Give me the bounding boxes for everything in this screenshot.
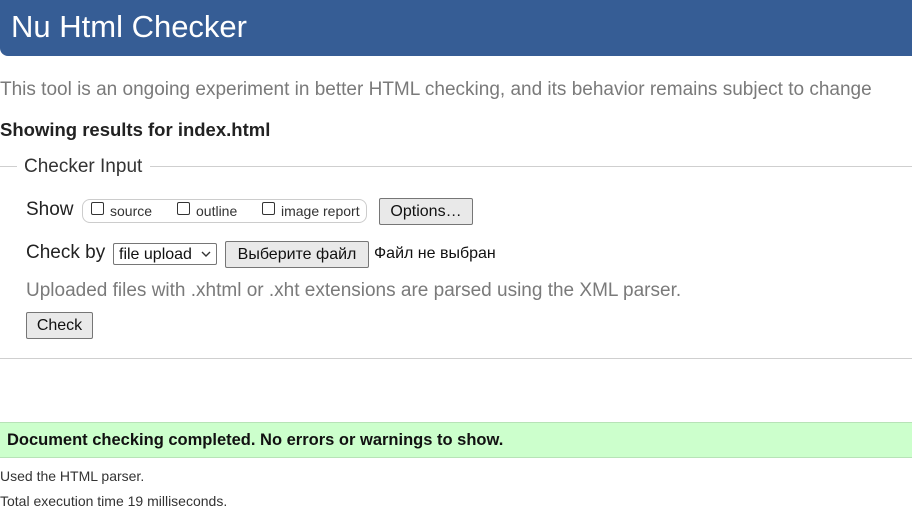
checker-input-legend: Checker Input — [24, 156, 143, 177]
results-heading: Showing results for index.html — [0, 119, 271, 140]
fieldset-border-bottom — [0, 358, 912, 359]
check-by-select[interactable]: file upload — [113, 243, 217, 265]
page-title: Nu Html Checker — [11, 9, 247, 44]
fieldset-border-top-right — [150, 166, 912, 167]
source-checkbox[interactable] — [91, 202, 104, 215]
header-bar: Nu Html Checker — [0, 0, 912, 56]
outline-checkbox[interactable] — [177, 202, 190, 215]
file-status-text: Файл не выбран — [374, 245, 496, 262]
image-report-checkbox[interactable] — [262, 202, 275, 215]
success-message-bar: Document checking completed. No errors o… — [0, 422, 912, 458]
fieldset-border-top-left — [0, 166, 17, 167]
check-by-selected-value: file upload — [119, 246, 192, 263]
check-by-label: Check by — [26, 242, 106, 263]
parser-note: Used the HTML parser. — [0, 468, 145, 484]
execution-time: Total execution time 19 milliseconds. — [0, 493, 228, 509]
xml-parser-hint: Uploaded files with .xhtml or .xht exten… — [26, 280, 682, 301]
chevron-down-icon — [201, 251, 211, 257]
source-checkbox-label: source — [110, 203, 153, 219]
check-button[interactable]: Check — [26, 312, 93, 339]
success-message: Document checking completed. No errors o… — [7, 431, 504, 449]
show-label: Show — [26, 199, 74, 220]
image-report-checkbox-label: image report — [281, 203, 360, 219]
options-button[interactable]: Options… — [379, 198, 473, 225]
nu-html-checker-page: Nu Html Checker This tool is an ongoing … — [0, 0, 912, 518]
show-outline-option[interactable]: outline — [177, 201, 249, 219]
choose-file-button[interactable]: Выберите файл — [225, 241, 369, 268]
intro-text: This tool is an ongoing experiment in be… — [0, 79, 872, 100]
show-image-report-option[interactable]: image report — [262, 201, 362, 219]
show-options-group: source outline image report — [82, 199, 367, 223]
outline-checkbox-label: outline — [196, 203, 238, 219]
show-source-option[interactable]: source — [91, 201, 161, 219]
